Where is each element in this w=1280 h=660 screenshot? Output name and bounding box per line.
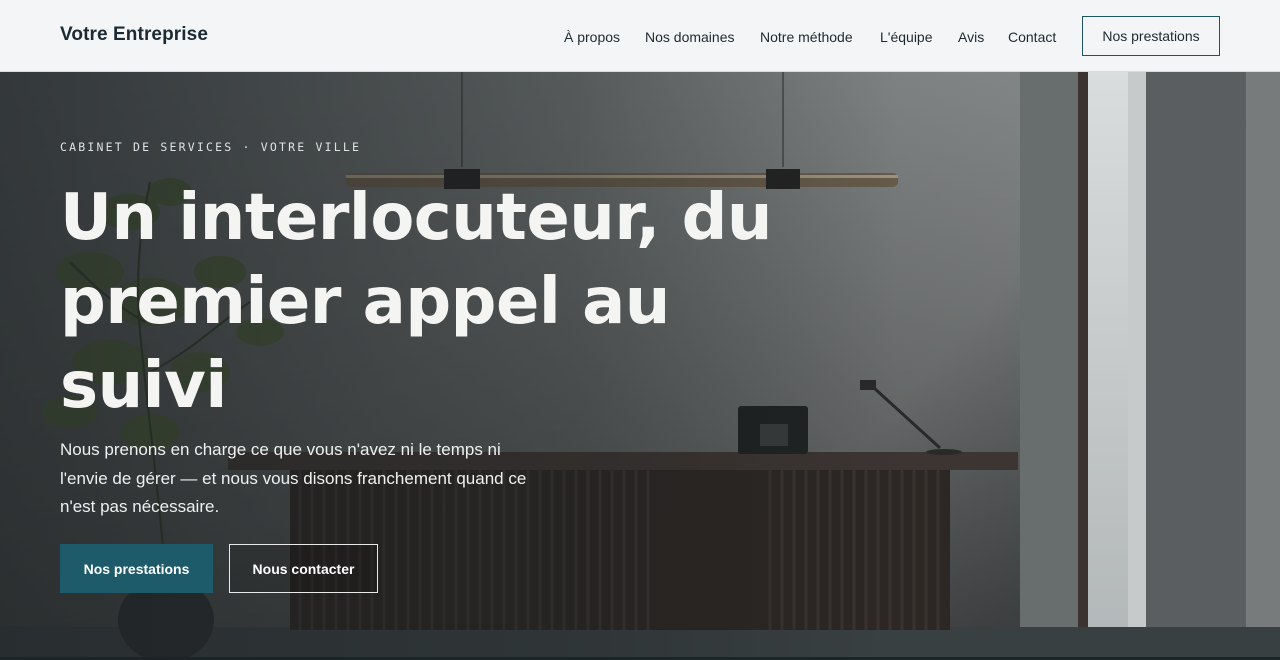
nav-link-avis[interactable]: Avis xyxy=(958,29,984,45)
nav-link-methode[interactable]: Notre méthode xyxy=(760,29,853,45)
hero-lead-text: Nous prenons en charge ce que vous n'ave… xyxy=(60,440,527,516)
brand-logo-text[interactable]: Votre Entreprise xyxy=(60,24,208,46)
hero-section: CABINET DE SERVICES · VOTRE VILLE Un int… xyxy=(0,72,1280,660)
site-header: Votre Entreprise À propos Nos domaines N… xyxy=(0,0,1280,72)
contact-button[interactable]: Nous contacter xyxy=(229,544,378,593)
nav-link-equipe[interactable]: L'équipe xyxy=(880,29,933,45)
nav-link-contact[interactable]: Contact xyxy=(1008,29,1056,45)
nav-link-a-propos[interactable]: À propos xyxy=(564,29,620,45)
nav-link-domaines[interactable]: Nos domaines xyxy=(645,29,735,45)
prestations-button[interactable]: Nos prestations xyxy=(60,544,213,593)
hero-eyebrow: CABINET DE SERVICES · VOTRE VILLE xyxy=(60,140,362,154)
header-prestations-button[interactable]: Nos prestations xyxy=(1082,16,1220,56)
hero-headline: Un interlocuteur, du premier appel au su… xyxy=(60,181,772,423)
